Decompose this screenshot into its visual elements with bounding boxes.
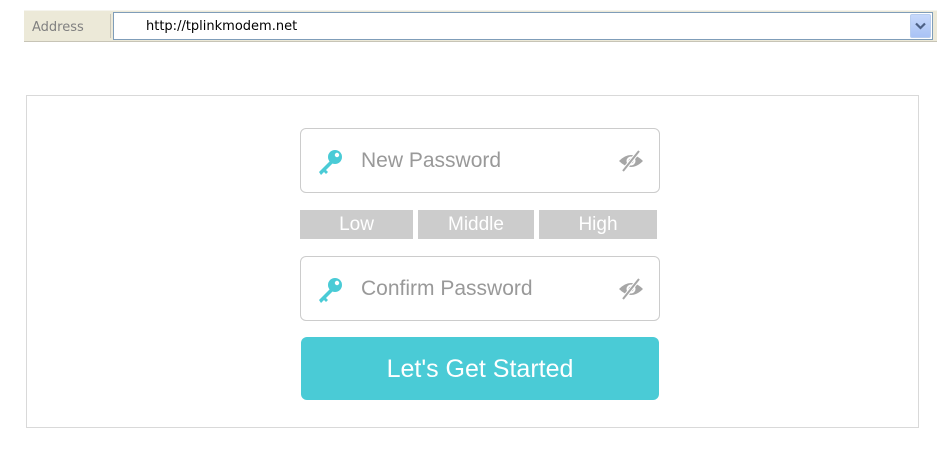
password-strength-meter: Low Middle High (300, 210, 657, 239)
address-url[interactable]: http://tplinkmodem.net (146, 19, 297, 34)
address-separator (110, 14, 111, 38)
new-password-input[interactable] (361, 147, 591, 175)
eye-slash-icon[interactable] (617, 276, 645, 302)
chevron-down-icon (915, 22, 926, 30)
strength-high: High (539, 210, 657, 239)
key-icon (319, 278, 342, 303)
address-label: Address (32, 20, 84, 35)
confirm-password-input[interactable] (361, 275, 591, 303)
address-bar: Address http://tplinkmodem.net (24, 10, 937, 42)
address-dropdown-button[interactable] (910, 14, 931, 38)
new-password-field[interactable] (300, 128, 660, 193)
strength-middle: Middle (418, 210, 534, 239)
get-started-button[interactable]: Let's Get Started (301, 337, 659, 400)
confirm-password-field[interactable] (300, 256, 660, 321)
address-field[interactable]: http://tplinkmodem.net (113, 12, 933, 40)
key-icon (319, 150, 342, 175)
eye-slash-icon[interactable] (617, 148, 645, 174)
strength-low: Low (300, 210, 413, 239)
